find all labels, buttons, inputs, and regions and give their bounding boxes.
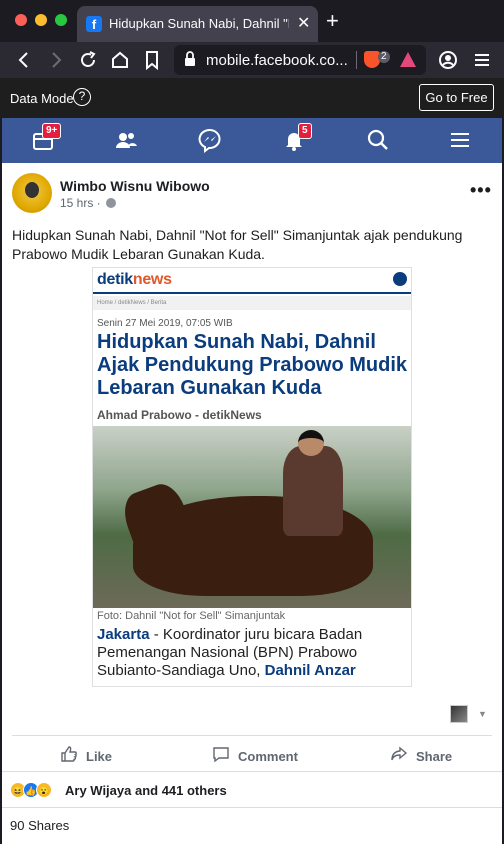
article-photo xyxy=(93,426,411,608)
forward-icon[interactable] xyxy=(44,48,68,72)
article-header: detiknews xyxy=(93,268,411,294)
more-options-icon[interactable]: ••• xyxy=(470,180,492,201)
rider-head-shape xyxy=(298,430,324,456)
article-breadcrumb: Home / detikNews / Berita xyxy=(93,296,411,310)
like-label: Like xyxy=(86,749,113,764)
home-icon[interactable] xyxy=(108,48,132,72)
help-icon[interactable]: ? xyxy=(73,88,91,106)
shared-article-image[interactable]: detiknews Home / detikNews / Berita Seni… xyxy=(92,267,412,687)
brave-shield-count: 2 xyxy=(378,51,390,63)
comment-icon xyxy=(212,745,230,768)
facebook-favicon-icon: f xyxy=(86,16,102,32)
tab-close-icon[interactable]: ✕ xyxy=(297,13,310,33)
messenger-icon[interactable] xyxy=(196,126,224,154)
data-mode-bar: Data Mode ? Go to Free xyxy=(0,78,504,118)
hamburger-menu-icon[interactable] xyxy=(446,126,474,154)
author-avatar[interactable] xyxy=(12,173,52,213)
maximize-window-button[interactable] xyxy=(55,14,67,26)
divider xyxy=(2,807,502,808)
new-tab-button[interactable]: + xyxy=(326,10,339,32)
notifications-badge: 5 xyxy=(298,123,312,139)
public-globe-icon xyxy=(106,198,116,208)
browser-toolbar: mobile.facebook.co... 2 xyxy=(0,42,504,78)
reload-icon[interactable] xyxy=(76,48,100,72)
back-icon[interactable] xyxy=(12,48,36,72)
url-separator xyxy=(356,51,357,69)
rider-shape xyxy=(283,446,343,536)
article-body: Jakarta - Koordinator juru bicara Badan … xyxy=(97,626,363,679)
facebook-nav-bar: 9+ 5 xyxy=(2,118,502,163)
news-feed-badge: 9+ xyxy=(42,123,62,139)
post-caption: Hidupkan Sunah Nabi, Dahnil "Not for Sel… xyxy=(12,227,463,262)
data-mode-label: Data Mode xyxy=(10,91,74,106)
reaction-icons[interactable]: 😆 👍 😮 xyxy=(10,781,52,799)
share-button[interactable]: Share xyxy=(390,745,452,765)
like-button[interactable]: Like xyxy=(60,745,112,765)
share-arrow-icon xyxy=(390,745,408,768)
url-text[interactable]: mobile.facebook.co... xyxy=(206,52,356,69)
divider xyxy=(2,771,502,772)
reaction-summary[interactable]: Ary Wijaya and 441 others xyxy=(65,783,227,798)
facebook-post: Wimbo Wisnu Wibowo 15 hrs · ••• Hidupkan… xyxy=(2,163,502,844)
go-to-free-button[interactable]: Go to Free xyxy=(419,84,494,111)
comment-label: Comment xyxy=(238,749,298,764)
detiknews-logo: detiknews xyxy=(97,271,172,288)
brave-rewards-icon[interactable] xyxy=(400,52,416,67)
article-date: Senin 27 Mei 2019, 07:05 WIB xyxy=(97,318,233,329)
bookmark-icon[interactable] xyxy=(140,48,164,72)
account-icon[interactable] xyxy=(436,48,460,72)
friends-icon[interactable] xyxy=(112,126,140,154)
lock-icon xyxy=(184,51,196,70)
minimize-window-button[interactable] xyxy=(35,14,47,26)
article-author: Ahmad Prabowo - detikNews xyxy=(97,408,262,422)
browser-titlebar: f Hidupkan Sunah Nabi, Dahnil "N ✕ + xyxy=(0,0,504,42)
menu-icon[interactable] xyxy=(470,48,494,72)
share-audience-icon[interactable] xyxy=(450,705,468,723)
post-time[interactable]: 15 hrs · xyxy=(60,196,101,210)
wow-reaction-icon: 😮 xyxy=(36,781,52,798)
article-menu-icon xyxy=(393,272,407,286)
post-author[interactable]: Wimbo Wisnu Wibowo xyxy=(60,178,210,194)
divider xyxy=(12,735,492,736)
close-window-button[interactable] xyxy=(15,14,27,26)
url-bar[interactable]: mobile.facebook.co... 2 xyxy=(174,45,426,75)
share-count[interactable]: 90 Shares xyxy=(10,818,69,833)
share-label: Share xyxy=(416,749,453,764)
caret-down-icon[interactable]: ▼ xyxy=(478,709,487,719)
browser-tab[interactable]: f Hidupkan Sunah Nabi, Dahnil "N ✕ xyxy=(77,6,318,42)
comment-button[interactable]: Comment xyxy=(212,745,298,765)
thumbs-up-icon xyxy=(60,745,78,768)
tab-title: Hidupkan Sunah Nabi, Dahnil "N xyxy=(109,16,289,31)
photo-caption: Foto: Dahnil "Not for Sell" Simanjuntak xyxy=(97,610,286,622)
search-icon[interactable] xyxy=(364,126,392,154)
article-title: Hidupkan Sunah Nabi, Dahnil Ajak Penduku… xyxy=(97,331,408,399)
